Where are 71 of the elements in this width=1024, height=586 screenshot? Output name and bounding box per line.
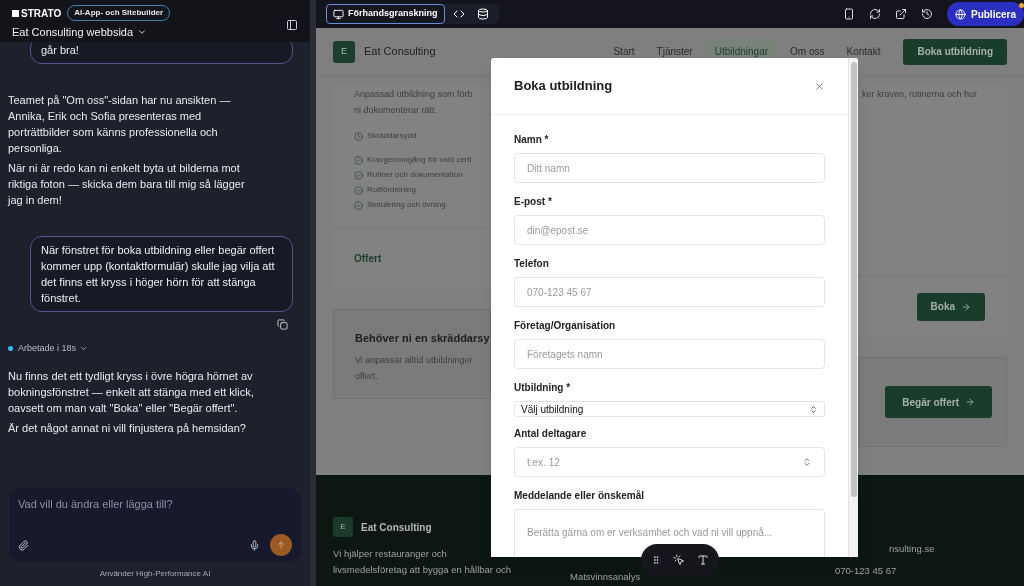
- message-input[interactable]: Vad vill du ändra eller lägga till?: [9, 488, 301, 562]
- publish-button[interactable]: Publicera: [946, 2, 1024, 26]
- brand-logo: STRATO: [12, 5, 62, 21]
- footer-description: Vi hjälper restauranger och livsmedelsföretag att bygga en hållbar och: [333, 547, 512, 577]
- book-course-button[interactable]: Boka: [916, 292, 985, 321]
- history-icon[interactable]: [920, 8, 933, 20]
- course-price: Offert: [354, 251, 382, 266]
- card-title: Behöver ni en skräddarsy: [355, 331, 490, 346]
- field-label: Företag/Organisation: [514, 319, 617, 333]
- code-icon: [452, 8, 465, 20]
- attach-icon[interactable]: [18, 539, 29, 551]
- close-icon[interactable]: [814, 80, 825, 92]
- send-button[interactable]: [270, 534, 292, 556]
- logo-mark: E: [333, 40, 355, 63]
- arrow-right-icon: [965, 397, 975, 407]
- text-field[interactable]: Företagets namn: [514, 339, 825, 369]
- drag-handle-icon[interactable]: [651, 555, 661, 565]
- quote-button[interactable]: Begär offert: [885, 386, 992, 418]
- user-message: När fönstret för boka utbildning eller begär offert kommer upp (kontaktformulär) skulle jag vilja att det finns ett kryss i höger hörn för att stänga fönstret.: [30, 236, 293, 312]
- dialog-title: Boka utbildning: [514, 77, 613, 96]
- window-icon: [333, 8, 344, 20]
- microphone-icon[interactable]: [249, 539, 260, 551]
- mobile-icon[interactable]: [842, 8, 855, 20]
- text-field[interactable]: 070-123 45 67: [514, 277, 825, 307]
- assistant-message: Teamet på "Om oss"-sidan har nu ansikten — Annika, Erik och Sofia presenteras med porträttbilder som känns professionella och personliga.: [8, 93, 232, 156]
- field-label: E-post *: [514, 195, 553, 209]
- check-icon: [354, 155, 363, 165]
- footer-site-name: Eat Consulting: [361, 520, 432, 535]
- field-label: Namn *: [514, 133, 550, 147]
- model-note: Använder High-Performance AI: [98, 568, 212, 580]
- footer-phone: 070-123 45 67: [835, 564, 898, 579]
- check-icon: [354, 170, 363, 180]
- database-icon: [476, 8, 489, 20]
- site-name: Eat Consulting: [364, 44, 436, 60]
- select-field[interactable]: Välj utbildning: [514, 401, 825, 417]
- field-label: Antal deltagare: [514, 427, 588, 441]
- number-field[interactable]: t.ex. 12: [514, 447, 825, 477]
- globe-icon: [954, 8, 966, 20]
- stepper-icon[interactable]: [802, 457, 812, 467]
- field-label: Utbildning *: [514, 381, 572, 395]
- check-icon: [354, 200, 363, 210]
- assistant-message: När ni är redo kan ni enkelt byta ut bilderna mot riktiga foton — skicka dem bara till mig så lägger jag in dem!: [8, 161, 246, 208]
- external-link-icon[interactable]: [894, 8, 907, 20]
- project-selector[interactable]: Eat Consulting webbsida: [12, 24, 171, 41]
- nav-link[interactable]: Kontakt: [837, 39, 890, 64]
- footer-email: nsulting.se: [889, 542, 935, 556]
- field-label: Telefon: [514, 257, 550, 271]
- course-feature: Rollfördelning: [367, 184, 416, 196]
- text-field[interactable]: din@epost.se: [514, 215, 825, 245]
- clock-icon: [354, 131, 363, 141]
- user-message: går bra!: [30, 42, 293, 64]
- text-tool-icon[interactable]: [697, 554, 709, 566]
- sidebar-icon[interactable]: [286, 19, 298, 31]
- arrow-right-icon: [961, 301, 971, 312]
- check-icon: [354, 185, 363, 195]
- book-button[interactable]: Boka utbildning: [903, 38, 1007, 65]
- arrow-up-icon: [276, 540, 286, 550]
- text-field[interactable]: Ditt namn: [514, 153, 825, 183]
- footer-link[interactable]: Matsvinnsanalys: [570, 571, 641, 582]
- select-pointer-icon[interactable]: [673, 554, 685, 566]
- refresh-icon[interactable]: [868, 8, 881, 20]
- chevron-up-down-icon: [809, 404, 818, 414]
- course-duration: Skräddarsydd: [367, 130, 417, 142]
- copy-icon[interactable]: [277, 319, 288, 330]
- logo-mark: E: [333, 517, 353, 537]
- preview-tab[interactable]: Förhandsgranskning: [326, 4, 445, 24]
- scrollbar-thumb[interactable]: [850, 62, 857, 497]
- worked-toggle[interactable]: Arbetade i 18s: [18, 342, 89, 356]
- assistant-message: Är det något annat ni vill finjustera på hemsidan?: [8, 420, 247, 436]
- field-label: Meddelande eller önskemål: [514, 489, 646, 503]
- assistant-message: Nu finns det ett tydligt kryss i övre högra hörnet av bokningsfönstret — enkelt att stänga med ett klick, oavsett om man valt "Boka" eller "Begär offert".: [8, 368, 255, 416]
